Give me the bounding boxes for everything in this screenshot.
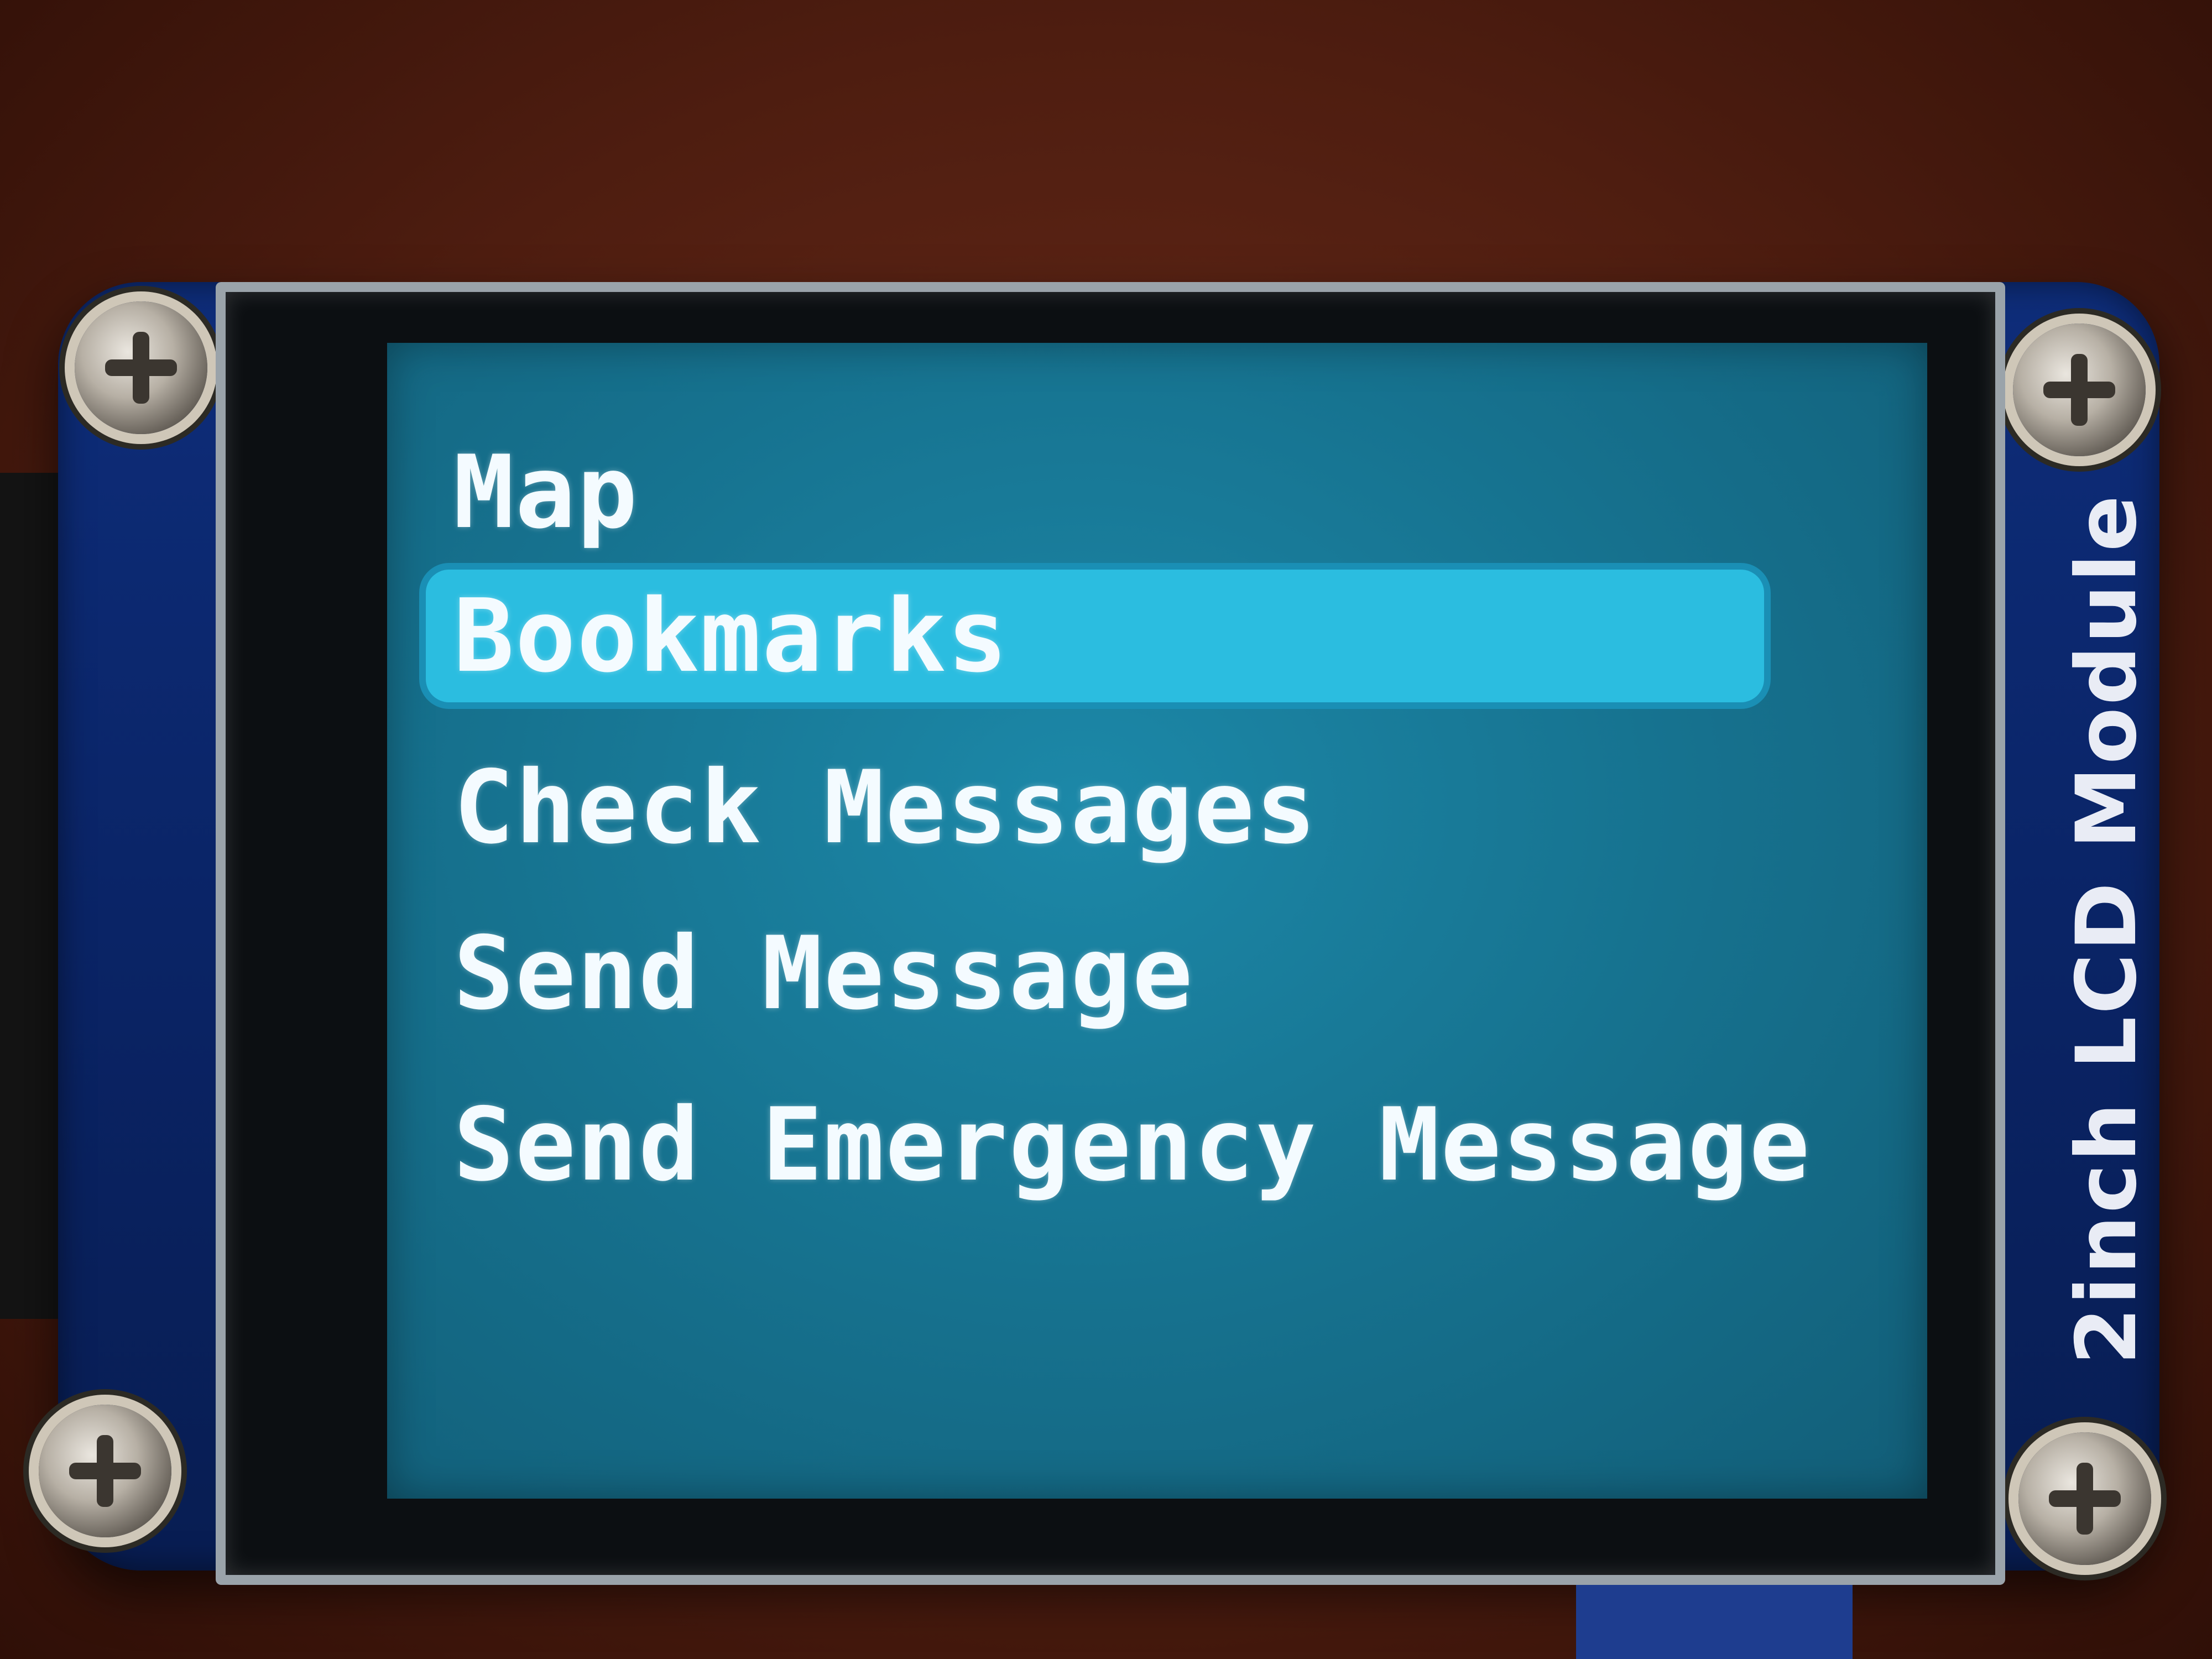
lcd-screen: Map Bookmarks Check Messages Send Messag… (387, 343, 1927, 1499)
screw-icon (75, 301, 207, 434)
module-label: 2inch LCD Module (2059, 493, 2155, 1365)
screw-icon (39, 1405, 171, 1537)
menu-item-label: Map (453, 434, 639, 551)
menu-item-label: Send Emergency Message (453, 1086, 1811, 1203)
menu-item-label: Check Messages (453, 749, 1318, 866)
menu-item-bookmarks[interactable]: Bookmarks (426, 570, 1764, 702)
screw-icon (2013, 324, 2146, 456)
board-tab (1576, 1573, 1853, 1659)
menu-item-label: Send Message (453, 915, 1194, 1032)
menu-item-label: Bookmarks (453, 577, 1009, 695)
screw-icon (2018, 1432, 2151, 1565)
main-menu: Map Bookmarks Check Messages Send Messag… (387, 343, 1927, 1499)
